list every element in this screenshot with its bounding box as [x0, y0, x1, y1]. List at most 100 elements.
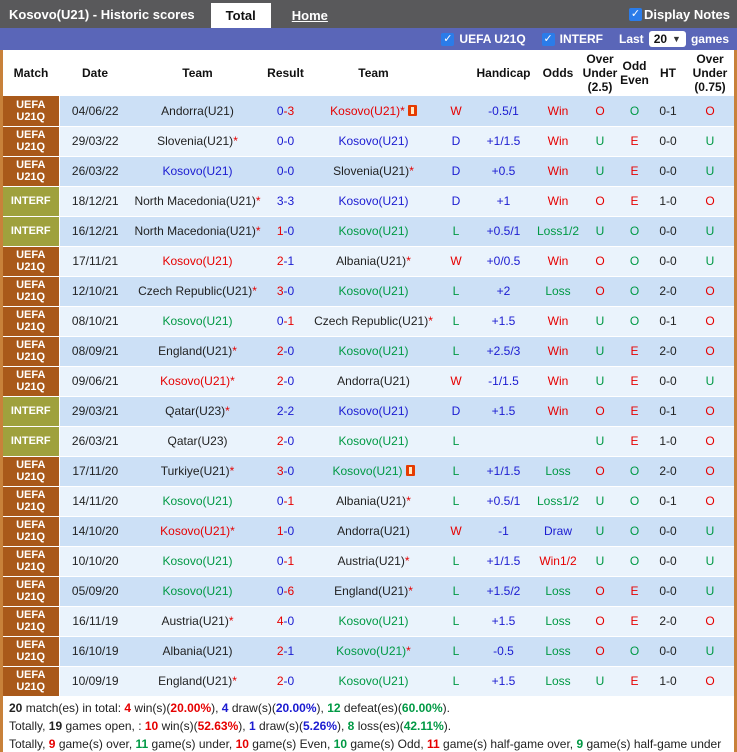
result-cell: 3-0: [264, 276, 307, 307]
summary-segment: 1: [248, 718, 256, 733]
header-blank: [440, 50, 472, 96]
ht-cell: 0-1: [650, 96, 686, 127]
team-name: Kosovo(U21): [160, 374, 231, 388]
favorite-star: *: [255, 194, 261, 208]
result-cell: 1-0: [264, 216, 307, 247]
away-score: 3: [287, 103, 295, 118]
home-team-cell: Qatar(U23): [131, 426, 264, 457]
ht-cell: 0-0: [650, 126, 686, 157]
away-score: 0: [287, 344, 295, 358]
summary-segment: games open, :: [62, 718, 145, 733]
league-cell: UEFA U21Q: [3, 636, 60, 667]
over-under-25-cell: O: [581, 96, 619, 127]
summary-segment: 20: [9, 700, 23, 715]
handicap-cell: -0.5: [472, 636, 535, 667]
league-cell: UEFA U21Q: [3, 606, 60, 637]
ht-cell: 2-0: [650, 276, 686, 307]
table-frame: Match Date Team Result Team Handicap Odd…: [0, 50, 737, 752]
red-card-icon: [405, 465, 415, 476]
wdl-cell: L: [440, 426, 472, 457]
favorite-star: *: [404, 554, 410, 568]
team-name: Kosovo(U21): [162, 554, 233, 568]
summary-segment: 42.11%: [403, 718, 444, 733]
result-cell: 3-3: [264, 186, 307, 217]
league-cell: UEFA U21Q: [3, 96, 60, 127]
team-name: Albania(U21): [336, 254, 407, 268]
handicap-cell: +1.5/2: [472, 576, 535, 607]
over-under-075-cell: O: [686, 336, 734, 367]
league-cell: INTERF: [3, 216, 60, 247]
date-cell: 12/10/21: [59, 276, 131, 307]
summary-segment: ).: [443, 718, 452, 733]
result-cell: 2-0: [264, 426, 307, 457]
summary-segment: 19: [48, 718, 63, 733]
wdl-cell: L: [440, 666, 472, 697]
odd-even-cell: O: [619, 636, 650, 667]
result-cell: 0-3: [264, 96, 307, 127]
ht-cell: 0-0: [650, 636, 686, 667]
team-name: England(U21): [158, 674, 233, 688]
header-over-under-075: Over Under (0.75): [686, 50, 734, 96]
away-team-cell: Albania(U21)*: [307, 486, 440, 517]
summary-segment: defeat(es)(: [340, 700, 402, 715]
summary-segment: draw(s)(: [228, 700, 276, 715]
team-name: Kosovo(U21): [338, 434, 409, 448]
away-team-cell: Kosovo(U21): [307, 186, 440, 217]
wdl-cell: L: [440, 456, 472, 487]
ht-cell: 0-1: [650, 306, 686, 337]
summary-segment: draw(s)(: [255, 718, 303, 733]
league-cell: UEFA U21Q: [3, 126, 60, 157]
home-score: 2: [276, 344, 284, 358]
home-score: 3: [276, 194, 284, 208]
team-name: Andorra(U21): [337, 524, 410, 538]
favorite-star: *: [255, 224, 261, 238]
team-name: Kosovo(U21): [338, 614, 409, 628]
wdl-cell: D: [440, 126, 472, 157]
summary-segment: 20.00%: [275, 700, 317, 715]
title-bar: Kosovo(U21) - Historic scores Total Home…: [0, 0, 737, 28]
over-under-075-cell: O: [686, 486, 734, 517]
home-team-cell: Kosovo(U21)*: [131, 366, 264, 397]
summary-segment: 60.00%: [401, 700, 443, 715]
ht-cell: 0-0: [650, 366, 686, 397]
tab-home[interactable]: Home: [277, 3, 343, 28]
odd-even-cell: E: [619, 606, 650, 637]
display-notes-checkbox[interactable]: ✓: [629, 7, 643, 21]
odds-cell: Loss1/2: [535, 486, 581, 517]
header-odds: Odds: [535, 50, 581, 96]
favorite-star: *: [406, 494, 411, 508]
interf-checkbox[interactable]: ✓: [541, 32, 555, 46]
over-under-075-cell: U: [686, 516, 734, 547]
favorite-star: *: [233, 134, 238, 148]
wdl-cell: W: [440, 516, 472, 547]
tab-total[interactable]: Total: [210, 3, 271, 28]
over-under-075-cell: U: [686, 126, 734, 157]
away-team-cell: Kosovo(U21): [307, 126, 440, 157]
result-cell: 3-0: [264, 456, 307, 487]
date-cell: 29/03/22: [59, 126, 131, 157]
result-cell: 0-6: [264, 576, 307, 607]
wdl-cell: L: [440, 306, 472, 337]
team-name: Kosovo(U21): [338, 134, 409, 148]
team-name: Kosovo(U21): [162, 314, 233, 328]
uefa-u21q-checkbox[interactable]: ✓: [441, 32, 455, 46]
wdl-cell: L: [440, 606, 472, 637]
header-team-home: Team: [131, 50, 264, 96]
date-cell: 05/09/20: [59, 576, 131, 607]
summary-segment: ),: [316, 700, 328, 715]
away-score: 0: [287, 164, 295, 178]
table-row: UEFA U21Q 14/10/20 Kosovo(U21)* 1-0 Ando…: [3, 516, 734, 547]
favorite-star: *: [400, 103, 405, 118]
wdl-cell: W: [440, 96, 472, 127]
team-name: Turkiye(U21): [160, 464, 230, 478]
result-cell: 1-0: [264, 516, 307, 547]
over-under-25-cell: O: [581, 396, 619, 427]
ht-cell: 0-0: [650, 576, 686, 607]
last-games-select[interactable]: 20 ▼: [648, 31, 686, 47]
ht-cell: 0-1: [650, 396, 686, 427]
league-cell: UEFA U21Q: [3, 366, 60, 397]
team-name: Kosovo(U21): [338, 404, 409, 418]
home-team-cell: Kosovo(U21): [131, 576, 264, 607]
team-name: Czech Republic(U21): [138, 284, 253, 298]
odd-even-cell: O: [619, 216, 650, 247]
